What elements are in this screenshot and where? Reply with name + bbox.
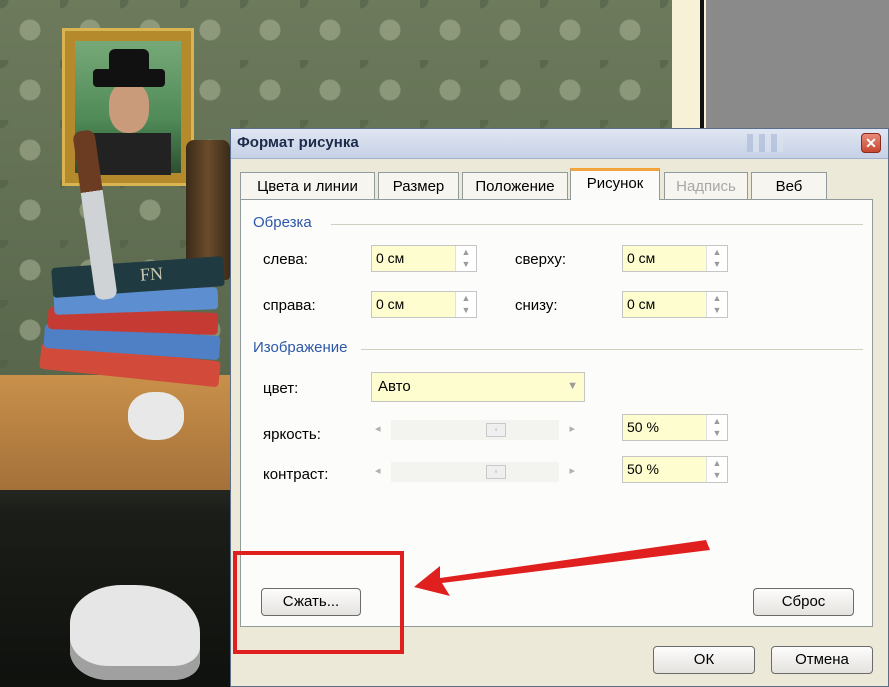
tab-picture[interactable]: Рисунок	[570, 168, 660, 200]
arrow-icon	[414, 540, 710, 596]
annotation-arrow	[414, 540, 710, 596]
